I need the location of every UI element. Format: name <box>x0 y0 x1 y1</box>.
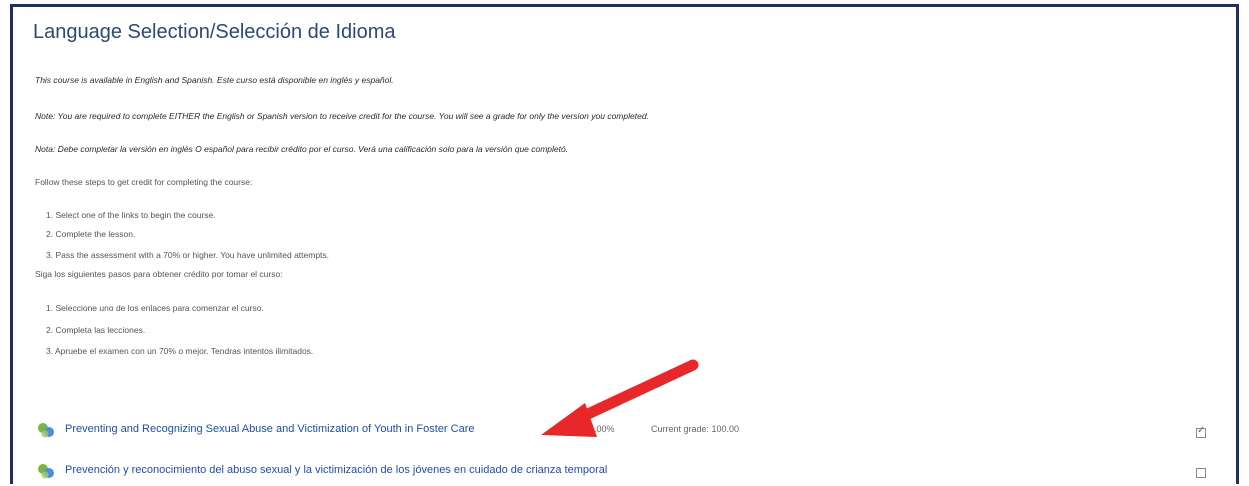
note-english: Note: You are required to complete EITHE… <box>35 111 649 121</box>
note-spanish: Nota: Debe completar la versión en inglé… <box>35 144 569 154</box>
red-arrow-annotation <box>541 359 699 437</box>
step-en-2: 2. Complete the lesson. <box>46 229 136 239</box>
activity-link-english[interactable]: Preventing and Recognizing Sexual Abuse … <box>65 423 475 435</box>
steps-english-heading: Follow these steps to get credit for com… <box>35 177 253 187</box>
step-es-2: 2. Completa las lecciones. <box>46 325 146 335</box>
section-title: Language Selection/Selección de Idioma <box>33 21 396 43</box>
activity-spanish: Prevención y reconocimiento del abuso se… <box>37 461 1237 481</box>
activity-link-spanish[interactable]: Prevención y reconocimiento del abuso se… <box>65 464 607 476</box>
step-es-1: 1. Seleccione uno de los enlaces para co… <box>46 303 264 313</box>
steps-spanish-heading: Siga los siguientes pasos para obtener c… <box>35 269 283 279</box>
completion-checkbox-english[interactable] <box>1196 425 1206 438</box>
step-es-3: 3. Apruebe el examen con un 70% o mejor.… <box>46 346 314 356</box>
step-en-1: 1. Select one of the links to begin the … <box>46 210 216 220</box>
scorm-package-icon <box>38 423 54 438</box>
step-en-3: 3. Pass the assessment with a 70% or hig… <box>46 250 330 260</box>
course-section: Language Selection/Selección de Idioma T… <box>10 4 1239 484</box>
completion-checkbox-spanish[interactable] <box>1196 468 1206 478</box>
intro-text: This course is available in English and … <box>35 75 394 85</box>
scorm-package-icon <box>38 464 54 479</box>
